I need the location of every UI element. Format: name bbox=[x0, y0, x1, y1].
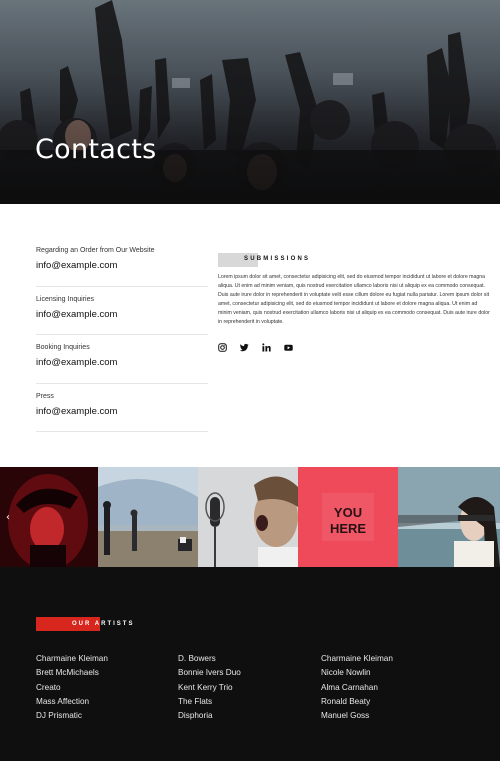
gallery-image-blindfolded-woman[interactable] bbox=[398, 467, 500, 567]
contact-item: Licensing Inquiries info@example.com bbox=[36, 287, 208, 335]
twitter-icon[interactable] bbox=[240, 343, 249, 352]
artist-link[interactable]: Nicole Nowlin bbox=[321, 666, 393, 680]
submissions-body: Lorem ipsum dolor sit amet, consectetur … bbox=[218, 274, 490, 325]
contact-label: Booking Inquiries bbox=[36, 344, 90, 351]
contact-email-link[interactable]: info@example.com bbox=[36, 357, 208, 369]
image-gallery: ‹ YOU HERE bbox=[0, 467, 500, 567]
youtube-icon[interactable] bbox=[284, 343, 293, 352]
artists-section: OUR ARTISTS Charmaine Kleiman Brett McMi… bbox=[0, 567, 500, 761]
contact-email-link[interactable]: info@example.com bbox=[36, 406, 208, 418]
artist-link[interactable]: Alma Carnahan bbox=[321, 681, 393, 695]
artist-link[interactable]: Charmaine Kleiman bbox=[36, 652, 108, 666]
artist-link[interactable]: Kent Kerry Trio bbox=[178, 681, 241, 695]
artist-link[interactable]: Ronald Beaty bbox=[321, 695, 393, 709]
svg-text:HERE: HERE bbox=[330, 521, 366, 536]
contact-label: Licensing Inquiries bbox=[36, 295, 94, 303]
contact-label: Press bbox=[36, 392, 54, 400]
contact-email-link[interactable]: info@example.com bbox=[36, 260, 208, 272]
hero-overlay bbox=[0, 0, 500, 204]
artist-link[interactable]: The Flats bbox=[178, 695, 241, 709]
submissions-section: SUBMISSIONS Lorem ipsum dolor sit amet, … bbox=[218, 253, 490, 352]
hero-banner: Contacts bbox=[0, 0, 500, 204]
artists-heading-text: OUR ARTISTS bbox=[72, 621, 135, 627]
artists-column: Charmaine Kleiman Nicole Nowlin Alma Car… bbox=[321, 652, 393, 723]
contact-item: Press info@example.com bbox=[36, 384, 208, 432]
artist-link[interactable]: Creato bbox=[36, 681, 108, 695]
gallery-image-you-here-sign[interactable]: YOU HERE bbox=[298, 467, 398, 567]
contact-item: Regarding an Order from Our Website info… bbox=[36, 238, 208, 287]
social-links bbox=[218, 343, 490, 352]
contact-item: Booking Inquiries info@example.com bbox=[36, 335, 208, 384]
artist-link[interactable]: Brett McMichaels bbox=[36, 666, 108, 680]
artists-heading: OUR ARTISTS bbox=[36, 617, 136, 631]
contact-label: Regarding an Order from Our Website bbox=[36, 247, 155, 254]
gallery-image-red-portrait[interactable]: ‹ bbox=[0, 467, 98, 567]
gallery-image-boy-shouting-microphone[interactable] bbox=[198, 467, 298, 567]
artist-link[interactable]: Manuel Goss bbox=[321, 709, 393, 723]
contact-list: Regarding an Order from Our Website info… bbox=[36, 238, 208, 432]
artist-link[interactable]: DJ Prismatic bbox=[36, 709, 108, 723]
artist-link[interactable]: Charmaine Kleiman bbox=[321, 652, 393, 666]
gallery-prev-arrow[interactable]: ‹ bbox=[6, 512, 10, 523]
submissions-heading-text: SUBMISSIONS bbox=[244, 256, 311, 262]
artists-column: D. Bowers Bonnie Ivers Duo Kent Kerry Tr… bbox=[178, 652, 241, 723]
submissions-heading: SUBMISSIONS bbox=[218, 253, 490, 267]
artists-column: Charmaine Kleiman Brett McMichaels Creat… bbox=[36, 652, 108, 723]
linkedin-icon[interactable] bbox=[262, 343, 271, 352]
svg-text:YOU: YOU bbox=[334, 505, 362, 520]
artist-link[interactable]: Mass Affection bbox=[36, 695, 108, 709]
artist-link[interactable]: Disphoria bbox=[178, 709, 241, 723]
artist-link[interactable]: Bonnie Ivers Duo bbox=[178, 666, 241, 680]
page-title: Contacts bbox=[35, 134, 157, 165]
contact-email-link[interactable]: info@example.com bbox=[36, 309, 208, 321]
instagram-icon[interactable] bbox=[218, 343, 227, 352]
artist-link[interactable]: D. Bowers bbox=[178, 652, 241, 666]
gallery-image-beach-people[interactable] bbox=[98, 467, 198, 567]
